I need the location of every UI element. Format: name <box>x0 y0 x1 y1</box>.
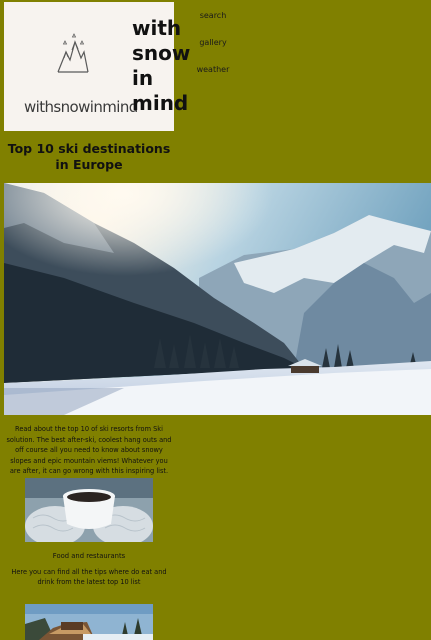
logo-wordmark: withsnowinmind <box>24 98 138 116</box>
nav-link-weather[interactable]: weather <box>190 65 236 74</box>
food-card-title[interactable]: Food and restaurants <box>4 551 174 561</box>
site-title-line: snow <box>132 41 191 65</box>
site-title-line: in <box>132 66 154 90</box>
intro-text: Read about the top 10 of ski resorts fro… <box>6 425 172 475</box>
hero-image <box>4 183 431 415</box>
nav-link-gallery[interactable]: gallery <box>190 38 236 47</box>
hot-drink-in-mittens-icon <box>25 478 153 542</box>
food-card-image[interactable] <box>25 478 153 542</box>
food-card-description: Here you can find all the tips where do … <box>11 568 167 586</box>
nav-link-search[interactable]: search <box>190 11 236 20</box>
snowy-mountain-valley-icon <box>4 183 431 415</box>
wooden-cabin-sign-icon <box>25 604 153 640</box>
site-title-line: with <box>132 16 182 40</box>
page-title: Top 10 ski destinations in Europe <box>7 141 171 172</box>
site-title-line: mind <box>132 91 189 115</box>
cabin-card-image[interactable] <box>25 604 153 640</box>
mountain-logo-icon <box>57 33 89 73</box>
